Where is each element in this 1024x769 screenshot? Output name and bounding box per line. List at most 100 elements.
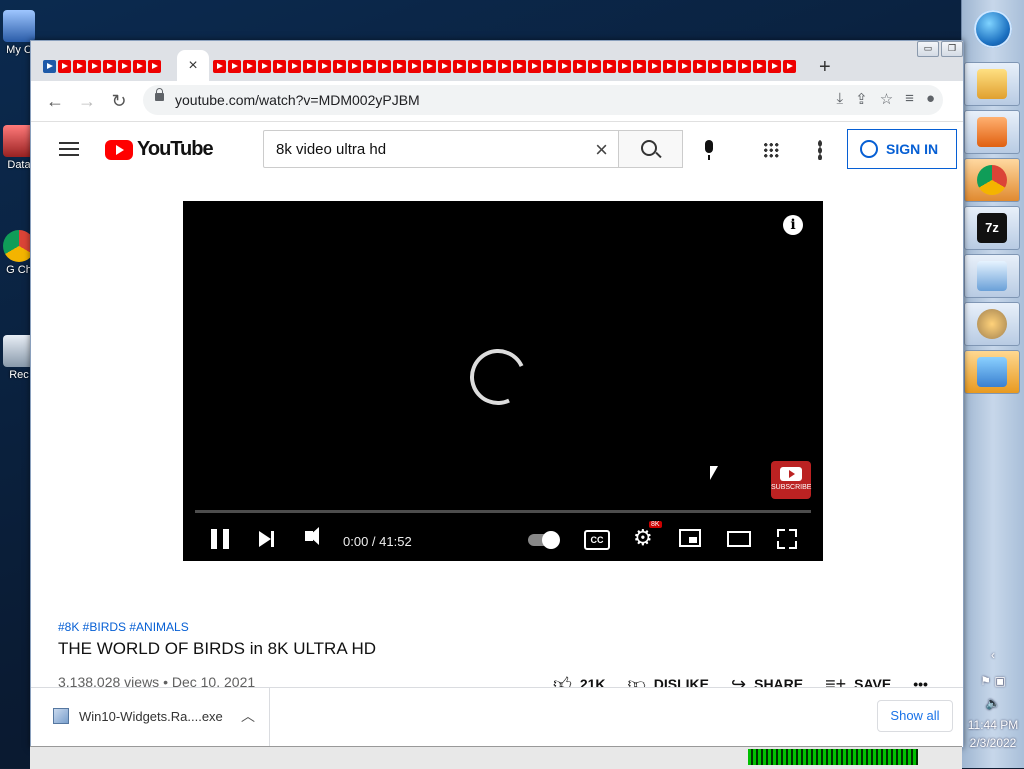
youtube-tab-icon[interactable] <box>303 60 316 73</box>
subscribe-watermark[interactable]: SUBSCRIBE <box>771 461 811 499</box>
captions-icon[interactable]: CC <box>584 530 610 550</box>
more-options-icon[interactable] <box>818 140 822 160</box>
youtube-tab-icon[interactable] <box>573 60 586 73</box>
youtube-tab-icon[interactable] <box>678 60 691 73</box>
settings-gear-icon[interactable]: ⚙ <box>633 527 655 549</box>
youtube-tab-icon[interactable] <box>513 60 526 73</box>
back-button[interactable]: ← <box>43 89 67 113</box>
youtube-tab-icon[interactable] <box>723 60 736 73</box>
youtube-tab-icon[interactable] <box>273 60 286 73</box>
youtube-tab-icon[interactable] <box>288 60 301 73</box>
youtube-tab-icon[interactable] <box>618 60 631 73</box>
youtube-tab-icon[interactable] <box>438 60 451 73</box>
taskbar-media-player[interactable] <box>964 110 1020 154</box>
reload-button[interactable]: ↻ <box>107 89 131 113</box>
youtube-tab-icon[interactable] <box>663 60 676 73</box>
youtube-logo[interactable]: YouTube <box>105 138 214 161</box>
volume-icon[interactable]: 🔈 <box>962 696 1024 710</box>
share-page-icon[interactable]: ⇪ <box>855 90 868 108</box>
info-icon[interactable]: i <box>783 215 803 235</box>
youtube-tab-icon[interactable] <box>693 60 706 73</box>
clear-search-icon[interactable]: × <box>595 137 608 163</box>
youtube-tab-icon[interactable] <box>558 60 571 73</box>
minimize-button[interactable]: ▭ <box>917 41 939 57</box>
youtube-tab-icon[interactable] <box>318 60 331 73</box>
youtube-tab-icon[interactable] <box>133 60 146 73</box>
search-input[interactable]: 8k video ultra hd × <box>263 130 619 168</box>
maximize-button[interactable]: ❐ <box>941 41 963 57</box>
search-query[interactable]: 8k video ultra hd <box>276 141 386 158</box>
bookmark-star-icon[interactable]: ☆ <box>880 90 893 108</box>
youtube-tab-icon[interactable] <box>118 60 131 73</box>
next-icon[interactable] <box>259 531 274 547</box>
tab-close-icon[interactable]: × <box>188 57 197 75</box>
taskbar-disk-tool[interactable] <box>964 302 1020 346</box>
youtube-tab-icon[interactable] <box>58 60 71 73</box>
youtube-tab-icon[interactable] <box>88 60 101 73</box>
youtube-tab-icon[interactable] <box>708 60 721 73</box>
youtube-tab-icon[interactable] <box>753 60 766 73</box>
autoplay-toggle[interactable] <box>528 531 560 549</box>
tab-favicon[interactable] <box>43 60 56 73</box>
youtube-tab-icon[interactable] <box>768 60 781 73</box>
tray-chevron[interactable]: ‹ <box>962 648 1024 662</box>
youtube-tab-icon[interactable] <box>213 60 226 73</box>
sign-in-button[interactable]: SIGN IN <box>847 129 957 169</box>
apps-grid-icon[interactable] <box>763 142 779 158</box>
youtube-tab-icon[interactable] <box>648 60 661 73</box>
hashtags[interactable]: #8K #BIRDS #ANIMALS <box>58 620 189 634</box>
youtube-tab-icon[interactable] <box>423 60 436 73</box>
url-text[interactable]: youtube.com/watch?v=MDM002yPJBM <box>175 92 420 108</box>
progress-bar[interactable] <box>195 510 811 513</box>
theater-mode-icon[interactable] <box>727 531 751 547</box>
fullscreen-icon[interactable] <box>777 529 797 549</box>
tab-favicons-right[interactable] <box>213 60 798 76</box>
youtube-tab-icon[interactable] <box>408 60 421 73</box>
new-tab-button[interactable]: + <box>819 56 831 79</box>
youtube-tab-icon[interactable] <box>528 60 541 73</box>
pause-icon[interactable] <box>211 529 229 549</box>
youtube-tab-icon[interactable] <box>633 60 646 73</box>
taskbar-explorer[interactable] <box>964 62 1020 106</box>
youtube-tab-icon[interactable] <box>468 60 481 73</box>
clock-date[interactable]: 2/3/2022 <box>962 736 1024 750</box>
youtube-tab-icon[interactable] <box>148 60 161 73</box>
share-button[interactable]: ↪ SHARE <box>731 673 803 689</box>
address-bar[interactable]: youtube.com/watch?v=MDM002yPJBM ⤓ ⇪ ☆ ≡ … <box>143 85 943 115</box>
volume-icon[interactable] <box>305 527 319 545</box>
youtube-tab-icon[interactable] <box>348 60 361 73</box>
save-button[interactable]: ≡+ SAVE <box>825 673 891 689</box>
install-icon[interactable]: ⤓ <box>837 90 844 108</box>
youtube-tab-icon[interactable] <box>603 60 616 73</box>
miniplayer-icon[interactable] <box>679 529 701 547</box>
forward-button[interactable]: → <box>75 89 99 113</box>
lock-icon[interactable] <box>155 88 164 101</box>
download-item[interactable]: Win10-Widgets.Ra....exe <box>53 708 223 724</box>
youtube-tab-icon[interactable] <box>483 60 496 73</box>
tray-icons[interactable]: ⚑ ▣ <box>962 674 1024 688</box>
youtube-tab-icon[interactable] <box>378 60 391 73</box>
media-control-icon[interactable]: ≡ <box>905 90 914 108</box>
youtube-tab-icon[interactable] <box>588 60 601 73</box>
taskbar-chrome[interactable] <box>964 158 1020 202</box>
like-button[interactable]: 👍︎ 21K <box>553 673 606 688</box>
menu-icon[interactable] <box>59 142 79 156</box>
taskbar-notepad[interactable] <box>964 254 1020 298</box>
youtube-tab-icon[interactable] <box>543 60 556 73</box>
youtube-tab-icon[interactable] <box>393 60 406 73</box>
clock-time[interactable]: 11:44 PM <box>962 718 1024 732</box>
youtube-tab-icon[interactable] <box>103 60 116 73</box>
active-tab[interactable]: × <box>177 50 209 81</box>
dislike-button[interactable]: 👎︎ DISLIKE <box>628 673 710 688</box>
show-all-button[interactable]: Show all <box>877 700 953 732</box>
youtube-tab-icon[interactable] <box>73 60 86 73</box>
chevron-up-icon[interactable]: ︿ <box>241 706 255 726</box>
download-filename[interactable]: Win10-Widgets.Ra....exe <box>79 709 223 724</box>
video-player[interactable]: i SUBSCRIBE 0:00 / 41:52 CC ⚙ 8K <box>183 201 823 561</box>
youtube-tab-icon[interactable] <box>333 60 346 73</box>
taskbar-installer[interactable] <box>964 350 1020 394</box>
tab-favicons[interactable] <box>43 60 163 76</box>
youtube-tab-icon[interactable] <box>783 60 796 73</box>
youtube-tab-icon[interactable] <box>738 60 751 73</box>
search-button[interactable] <box>619 130 683 168</box>
